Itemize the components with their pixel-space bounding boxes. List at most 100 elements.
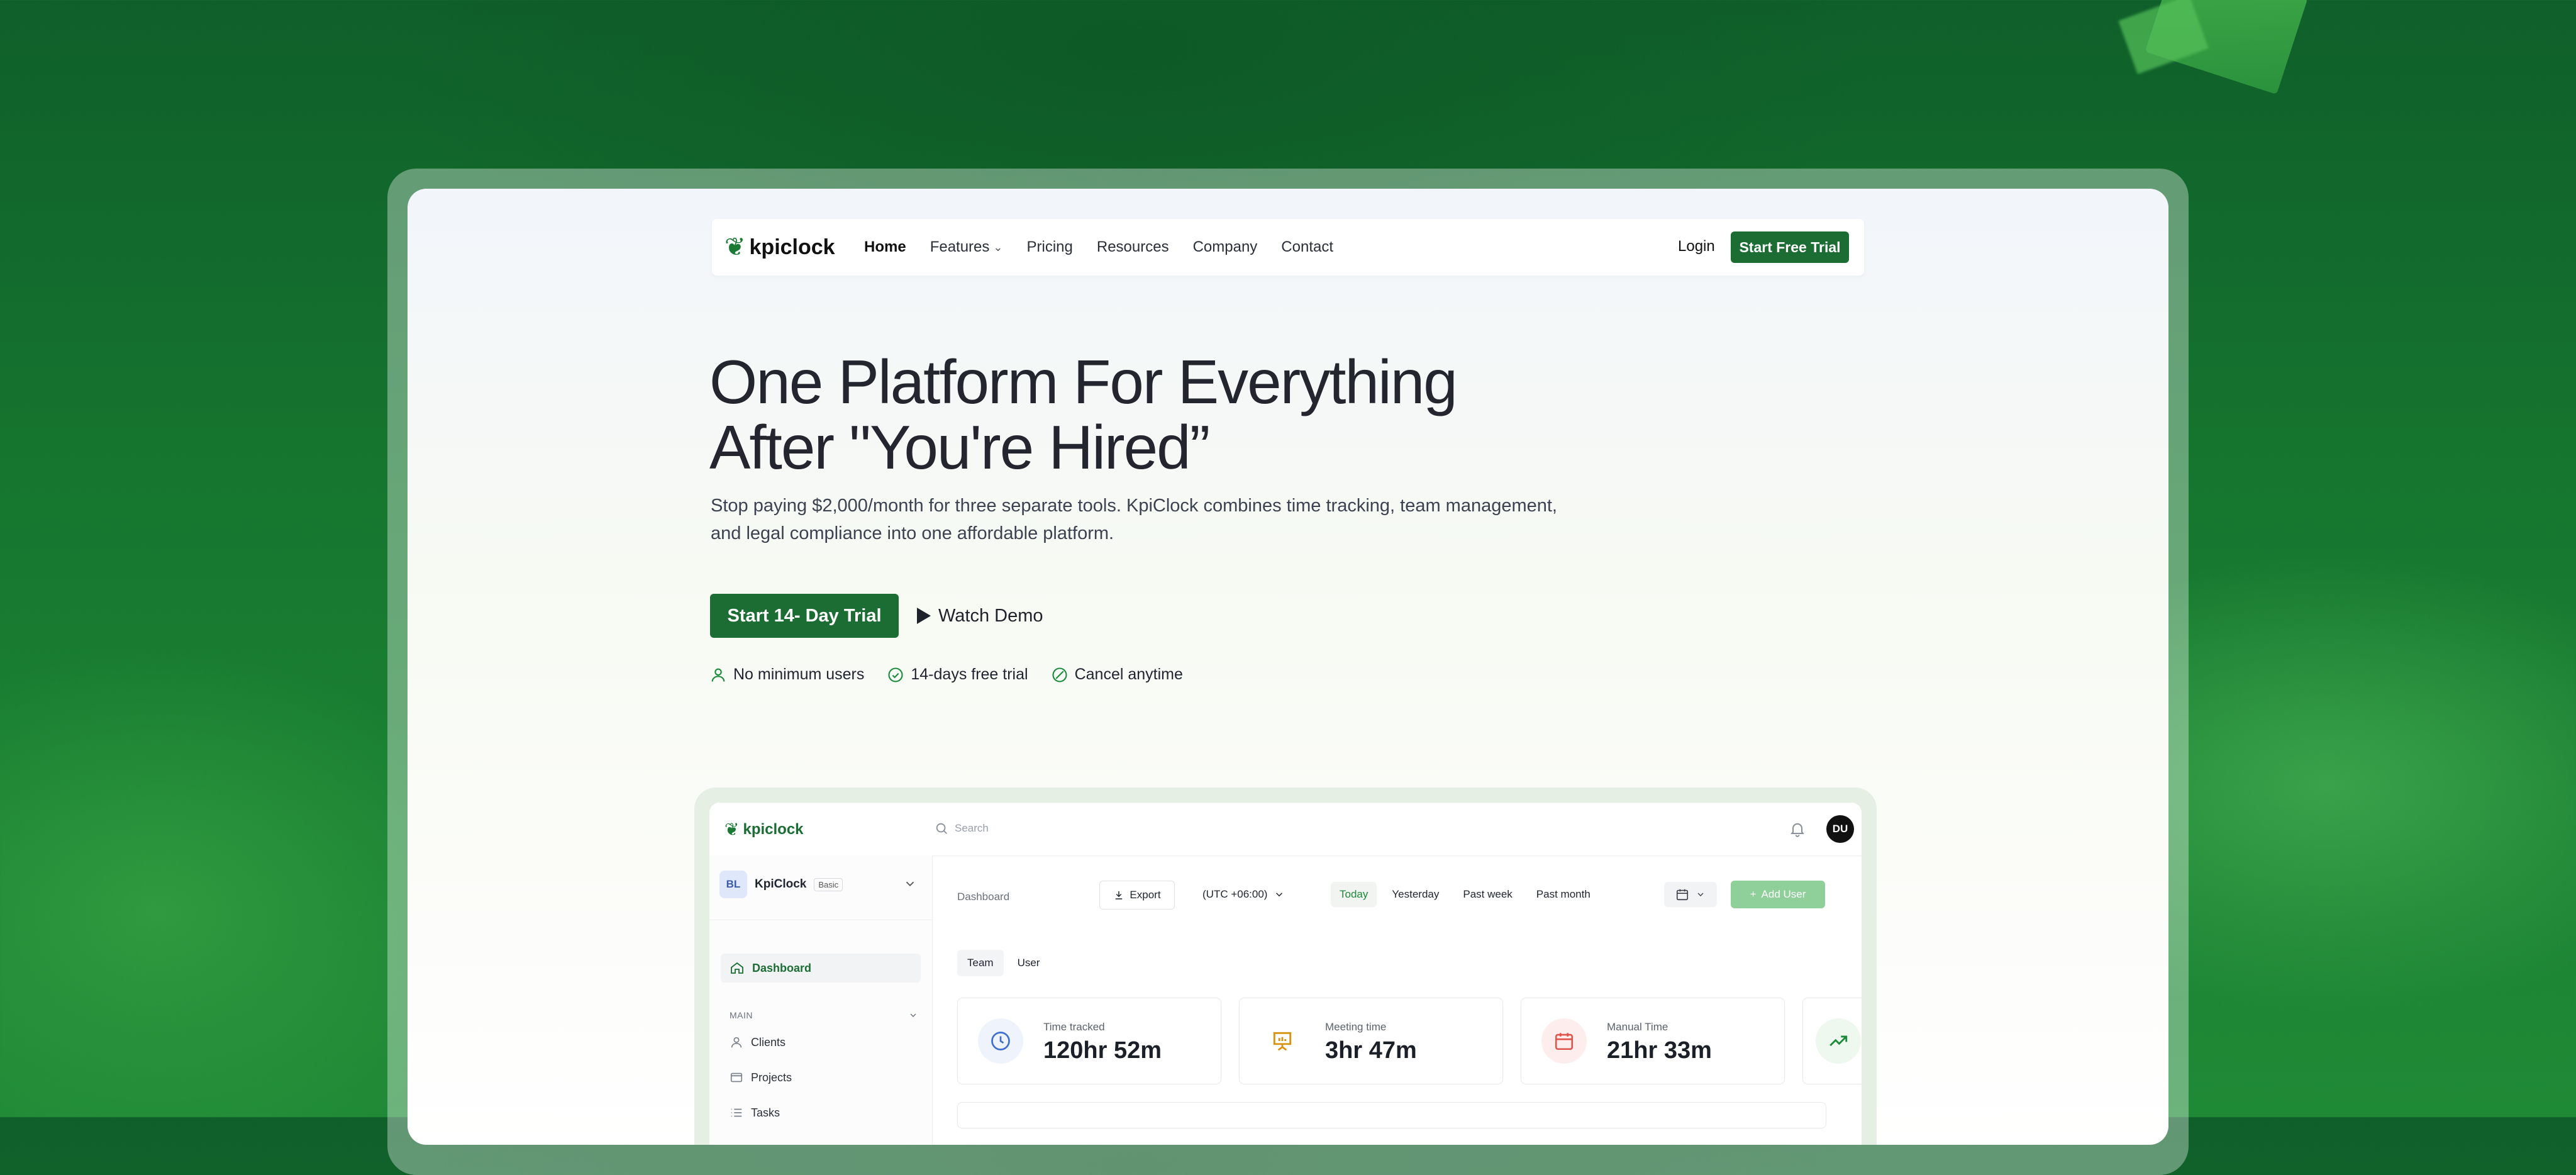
stat-card-time-tracked[interactable]: Time tracked 120hr 52m <box>957 998 1221 1084</box>
nav-links: Home Features ⌄ Pricing Resources Compan… <box>864 219 1333 276</box>
sidebar-section-label: MAIN <box>730 1010 753 1020</box>
sidebar-item-dashboard[interactable]: Dashboard <box>721 954 921 983</box>
sidebar-item-label: Dashboard <box>752 961 812 974</box>
timezone-select[interactable]: (UTC +06:00) <box>1202 888 1285 901</box>
chevron-down-icon <box>1276 893 1283 897</box>
dashboard-main: Dashboard Export (UTC +06:00) Today Yest… <box>932 855 1862 1145</box>
stat-label: Meeting time <box>1325 1021 1387 1033</box>
sidebar-item-projects[interactable]: Projects <box>721 1063 921 1092</box>
nav-link-resources[interactable]: Resources <box>1097 238 1169 256</box>
stat-card-partial[interactable] <box>1802 998 1862 1084</box>
perk-label: Cancel anytime <box>1074 665 1183 683</box>
download-icon <box>1116 891 1123 899</box>
hero-title: One Platform For Everything After "You'r… <box>709 349 1590 480</box>
add-user-button[interactable]: + Add User <box>1731 881 1825 908</box>
nav-link-features[interactable]: Features ⌄ <box>930 238 1003 256</box>
top-navigation: ❦ kpiclock Home Features ⌄ Pricing Resou… <box>712 219 1864 276</box>
user-avatar[interactable]: DU <box>1826 815 1854 843</box>
view-tabs: Team User <box>957 950 1050 976</box>
export-label: Export <box>1130 889 1161 901</box>
list-icon <box>731 1108 742 1117</box>
stat-cards: Time tracked 120hr 52m Meeting time 3hr … <box>957 998 1862 1084</box>
calendar-picker-button[interactable] <box>1664 882 1717 907</box>
start-free-trial-button[interactable]: Start Free Trial <box>1731 231 1849 263</box>
range-past-month[interactable]: Past month <box>1528 882 1599 907</box>
hero-title-line-2: After "You're Hired” <box>709 413 1210 482</box>
user-icon <box>731 1037 742 1048</box>
range-past-week[interactable]: Past week <box>1454 882 1521 907</box>
clock-icon <box>978 1018 1023 1064</box>
stat-card-meeting-time[interactable]: Meeting time 3hr 47m <box>1239 998 1503 1084</box>
hero-subtitle-line-1: Stop paying $2,000/month for three separ… <box>711 496 1557 516</box>
sidebar-item-label: Projects <box>751 1071 792 1084</box>
hero-subtitle-line-2: and legal compliance into one affordable… <box>711 523 1114 543</box>
date-range-tabs: Today Yesterday Past week Past month <box>1331 882 1599 907</box>
nav-link-pricing[interactable]: Pricing <box>1027 238 1073 256</box>
chevron-down-icon <box>1697 893 1704 896</box>
sidebar-item-label: Tasks <box>751 1106 780 1119</box>
trending-up-icon <box>1816 1018 1861 1064</box>
brand-logo[interactable]: ❦ kpiclock <box>724 233 835 262</box>
search-icon <box>936 823 947 834</box>
check-circle-icon <box>888 667 903 682</box>
bell-icon[interactable] <box>1789 820 1806 838</box>
stat-card-manual-time[interactable]: Manual Time 21hr 33m <box>1521 998 1785 1084</box>
stat-value: 3hr 47m <box>1325 1037 1417 1064</box>
search-placeholder: Search <box>955 822 989 834</box>
sidebar-section-main[interactable]: MAIN <box>730 1010 918 1020</box>
home-icon <box>731 962 743 974</box>
perk-label: 14-days free trial <box>911 665 1028 683</box>
stat-label: Manual Time <box>1607 1021 1668 1033</box>
cancel-circle-icon <box>1052 667 1067 682</box>
brand-mark-icon: ❦ <box>724 233 746 261</box>
add-user-label: Add User <box>1761 888 1806 900</box>
stat-value: 120hr 52m <box>1043 1037 1162 1064</box>
nav-link-company[interactable]: Company <box>1193 238 1258 256</box>
hero-title-line-1: One Platform For Everything <box>709 347 1458 416</box>
breadcrumb: Dashboard <box>957 891 1010 903</box>
workspace-badge: BL <box>719 871 747 898</box>
presentation-icon <box>1260 1018 1305 1064</box>
landing-page: ❦ kpiclock Home Features ⌄ Pricing Resou… <box>408 189 2168 1145</box>
range-yesterday[interactable]: Yesterday <box>1383 882 1448 907</box>
folder-icon <box>730 1072 743 1083</box>
dashboard-next-panel <box>957 1102 1826 1128</box>
watch-demo-label: Watch Demo <box>938 605 1043 626</box>
hero-perks: No minimum users 14-days free trial Canc… <box>709 665 1183 684</box>
nav-link-home[interactable]: Home <box>864 238 906 256</box>
dashboard-search[interactable]: Search <box>935 821 989 835</box>
dashboard-preview: ❦ kpiclock Search DU BL KpiClock Basic D… <box>709 803 1862 1145</box>
perk-label: No minimum users <box>733 665 865 683</box>
sidebar-item-clients[interactable]: Clients <box>721 1028 921 1057</box>
timezone-value: (UTC +06:00) <box>1202 888 1268 900</box>
chevron-down-icon: ⌄ <box>993 240 1003 253</box>
nav-link-features-label: Features <box>930 238 990 255</box>
login-link[interactable]: Login <box>1678 238 1715 255</box>
stat-value: 21hr 33m <box>1607 1037 1712 1064</box>
workspace-plan-badge: Basic <box>814 877 843 891</box>
start-trial-button[interactable]: Start 14- Day Trial <box>710 594 899 638</box>
hero-subtitle: Stop paying $2,000/month for three separ… <box>711 492 1579 547</box>
play-icon <box>917 608 931 624</box>
watch-demo-button[interactable]: Watch Demo <box>917 598 1043 634</box>
perk-cancel-anytime: Cancel anytime <box>1051 665 1183 684</box>
brand-name: kpiclock <box>749 235 835 259</box>
brand-mark-icon: ❦ <box>724 820 740 839</box>
range-today[interactable]: Today <box>1331 882 1377 907</box>
tab-team[interactable]: Team <box>957 950 1004 976</box>
chevron-down-icon <box>906 881 914 887</box>
user-icon <box>711 668 725 682</box>
workspace-name: KpiClock <box>755 877 807 891</box>
calendar-icon <box>1676 889 1689 901</box>
stat-label: Time tracked <box>1043 1021 1105 1033</box>
tab-user[interactable]: User <box>1008 950 1050 976</box>
dashboard-topbar <box>709 803 1862 856</box>
nav-link-contact[interactable]: Contact <box>1281 238 1333 256</box>
dashboard-logo[interactable]: ❦ kpiclock <box>724 819 804 840</box>
export-button[interactable]: Export <box>1099 881 1175 910</box>
sidebar-item-tasks[interactable]: Tasks <box>721 1098 921 1127</box>
plus-icon: + <box>1750 888 1757 900</box>
workspace-switcher[interactable]: BL KpiClock Basic <box>719 867 921 902</box>
perk-no-minimum-users: No minimum users <box>709 665 864 684</box>
chevron-down-icon <box>910 1013 916 1017</box>
